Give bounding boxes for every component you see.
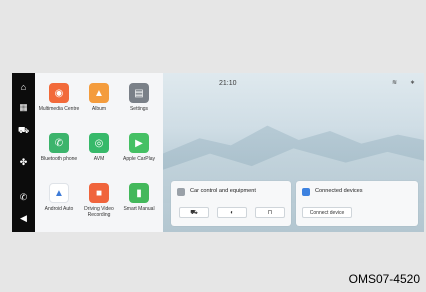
app-avm[interactable]: ◎ AVM — [78, 133, 120, 162]
manual-icon: ▮ — [129, 183, 149, 203]
app-label: AVM — [93, 156, 105, 162]
app-album[interactable]: ▲ Album — [78, 83, 120, 112]
app-label: Smart Manual — [123, 206, 155, 212]
wifi-icon: ≋ — [392, 80, 398, 86]
bluetooth-phone-icon: ✆ — [49, 133, 69, 153]
devices-icon — [302, 188, 310, 196]
clock: 21:10 — [219, 80, 237, 87]
apps-grid-icon[interactable]: ▦ — [17, 101, 30, 114]
figure-code: OMS07-4520 — [348, 272, 420, 286]
volume-icon[interactable]: ◀ — [17, 212, 30, 225]
lock-button[interactable]: ⊓ — [255, 207, 285, 218]
app-smart-manual[interactable]: ▮ Smart Manual — [118, 183, 160, 212]
app-driving-video-recording[interactable]: ■ Driving Video Recording — [78, 183, 120, 218]
card-title: Car control and equipment — [190, 188, 256, 194]
car-button[interactable]: ⛟ — [179, 207, 209, 218]
app-label: Apple CarPlay — [123, 156, 155, 162]
music-icon: ◉ — [49, 83, 69, 103]
connect-device-button[interactable]: Connect device — [302, 207, 352, 218]
infotainment-screen: ⌂ ▦ ⛟ ✤ ✆ ◀ ◉ Multimedia Centre ▲ Album … — [12, 73, 424, 232]
app-launcher: ◉ Multimedia Centre ▲ Album ▤ Settings ✆… — [35, 73, 163, 232]
app-settings[interactable]: ▤ Settings — [118, 83, 160, 112]
app-multimedia-centre[interactable]: ◉ Multimedia Centre — [38, 83, 80, 112]
app-bluetooth-phone[interactable]: ✆ Bluetooth phone — [38, 133, 80, 162]
app-label: Multimedia Centre — [38, 106, 80, 112]
car-control-icon — [177, 188, 185, 196]
app-label: Android Auto — [44, 206, 74, 212]
app-label: Settings — [129, 106, 149, 112]
connected-devices-card[interactable]: Connected devices Connect device — [296, 181, 418, 226]
app-label: Driving Video Recording — [84, 206, 114, 218]
phone-icon[interactable]: ✆ — [17, 191, 30, 204]
settings-icon: ▤ — [129, 83, 149, 103]
android-auto-icon: ▲ — [49, 183, 69, 203]
home-panel: 21:10 ≋ ∗ Car control and equipment ⛟ ◐ … — [163, 73, 424, 232]
app-android-auto[interactable]: ▲ Android Auto — [38, 183, 80, 212]
home-icon[interactable]: ⌂ — [17, 81, 30, 94]
car-icon: ⛟ — [190, 209, 198, 216]
card-title: Connected devices — [315, 188, 363, 194]
app-label: Bluetooth phone — [40, 156, 78, 162]
video-recording-icon: ■ — [89, 183, 109, 203]
app-label: Album — [91, 106, 107, 112]
car-control-card[interactable]: Car control and equipment ⛟ ◐ ⊓ — [171, 181, 291, 226]
lock-icon: ⊓ — [267, 210, 273, 216]
headlight-button[interactable]: ◐ — [217, 207, 247, 218]
headlight-icon: ◐ — [230, 209, 234, 216]
car-icon[interactable]: ⛟ — [17, 124, 30, 137]
bluetooth-icon: ∗ — [410, 80, 416, 86]
fan-icon[interactable]: ✤ — [17, 156, 30, 169]
camera-icon: ◎ — [89, 133, 109, 153]
image-icon: ▲ — [89, 83, 109, 103]
carplay-icon: ▶ — [129, 133, 149, 153]
side-rail: ⌂ ▦ ⛟ ✤ ✆ ◀ — [12, 73, 35, 232]
app-apple-carplay[interactable]: ▶ Apple CarPlay — [118, 133, 160, 162]
